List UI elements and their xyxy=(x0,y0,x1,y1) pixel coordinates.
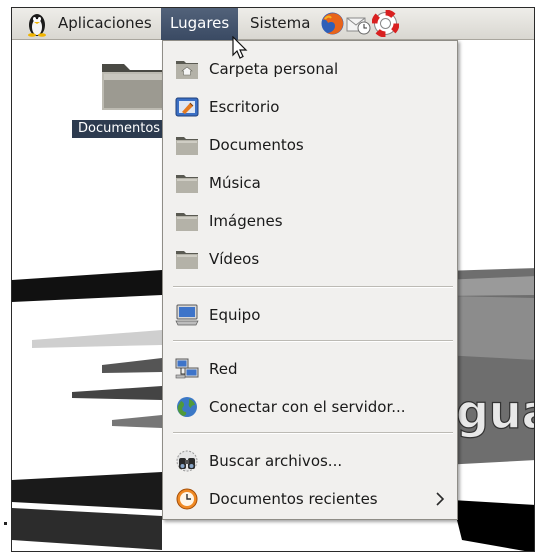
menu-item-escritorio[interactable]: Escritorio xyxy=(163,89,457,125)
menu-item-label: Red xyxy=(209,360,238,378)
menu-item-documentos[interactable]: Documentos xyxy=(163,127,457,163)
menu-item-musica[interactable]: Música xyxy=(163,165,457,201)
menu-item-label: Buscar archivos... xyxy=(209,452,343,470)
menu-item-label: Escritorio xyxy=(209,98,280,116)
menu-item-videos[interactable]: Vídeos xyxy=(163,241,457,277)
folder-icon xyxy=(176,175,198,193)
artifact-dot xyxy=(4,522,7,525)
home-folder-icon xyxy=(176,61,198,79)
menu-item-label: Documentos recientes xyxy=(209,490,378,508)
places-menu: Carpeta personal Escritorio Documentos M… xyxy=(162,40,458,520)
help-lifebuoy-icon[interactable] xyxy=(372,10,399,37)
menu-item-carpeta-personal[interactable]: Carpeta personal xyxy=(163,51,457,87)
menu-item-label: Documentos xyxy=(209,136,304,154)
folder-icon xyxy=(102,64,166,110)
menu-item-label: Conectar con el servidor... xyxy=(209,398,406,416)
menu-sistema[interactable]: Sistema xyxy=(248,8,312,40)
top-panel: Aplicaciones Lugares Sistema xyxy=(12,8,534,40)
network-icon xyxy=(175,358,199,379)
firefox-icon[interactable] xyxy=(319,10,346,37)
menu-item-red[interactable]: Red xyxy=(163,351,457,387)
folder-icon xyxy=(176,213,198,231)
menu-item-documentos-recientes[interactable]: Documentos recientes xyxy=(163,481,457,517)
menu-separator xyxy=(173,340,453,342)
menu-item-equipo[interactable]: Equipo xyxy=(163,297,457,333)
menu-aplicaciones[interactable]: Aplicaciones xyxy=(56,8,154,40)
mouse-cursor-icon xyxy=(232,36,248,59)
screenshot-frame: gua Documentos Aplicaciones Lugares Sist… xyxy=(11,7,535,552)
computer-icon xyxy=(175,304,199,326)
menu-item-conectar-servidor[interactable]: Conectar con el servidor... xyxy=(163,389,457,425)
menu-item-imagenes[interactable]: Imágenes xyxy=(163,203,457,239)
search-binoculars-icon xyxy=(176,450,198,472)
menu-item-label: Vídeos xyxy=(209,250,260,268)
menu-separator xyxy=(173,286,453,288)
folder-icon xyxy=(176,137,198,155)
menu-item-label: Imágenes xyxy=(209,212,283,230)
folder-icon xyxy=(176,251,198,269)
recent-clock-icon xyxy=(176,488,198,510)
penguin-logo-icon[interactable] xyxy=(24,11,50,37)
menu-item-label: Música xyxy=(209,174,261,192)
menu-lugares[interactable]: Lugares xyxy=(161,8,239,40)
menu-item-buscar-archivos[interactable]: Buscar archivos... xyxy=(163,443,457,479)
wallpaper-text: gua xyxy=(456,385,535,439)
globe-icon xyxy=(177,397,197,417)
menu-item-label: Carpeta personal xyxy=(209,60,339,78)
menu-separator xyxy=(173,432,453,434)
chevron-right-icon xyxy=(436,492,445,506)
desktop-folder-icon xyxy=(175,97,199,117)
menu-item-label: Equipo xyxy=(209,306,261,324)
mail-clock-icon[interactable] xyxy=(345,10,372,37)
